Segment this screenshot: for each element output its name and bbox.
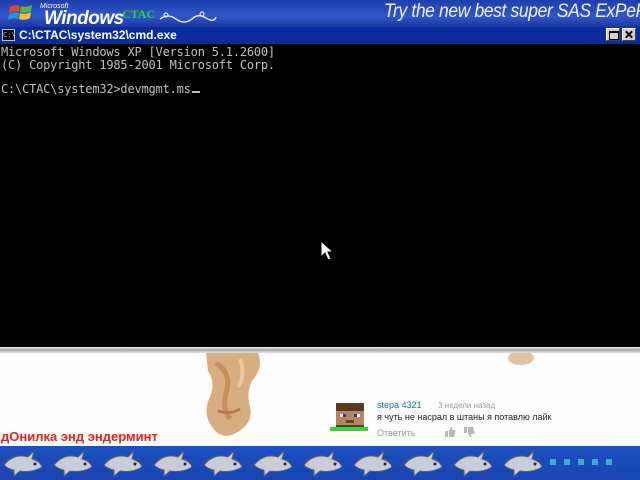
shark-icon — [453, 449, 493, 477]
prompt-text: C:\CTAC\system32> — [1, 82, 121, 96]
shark-icon — [303, 449, 343, 477]
maximize-icon[interactable] — [606, 28, 620, 41]
thumbs-up-icon[interactable] — [444, 427, 456, 437]
cat-image — [206, 353, 260, 436]
doodle-icon — [159, 11, 217, 23]
console-area[interactable]: Microsoft Windows XP [Version 5.1.2600] … — [0, 44, 640, 347]
top-banner: Microsoft Windows CTAC Try the new best … — [0, 0, 640, 27]
paw-image — [508, 353, 534, 365]
comment-username[interactable]: stepa 4321 — [377, 400, 422, 410]
ctac-label: CTAC — [122, 7, 156, 21]
window-title: C:\CTAC\system32\cmd.exe — [19, 28, 177, 42]
shark-icon — [403, 449, 443, 477]
close-icon[interactable] — [622, 28, 636, 41]
windows-label: Windows — [44, 8, 124, 27]
shark-icon — [353, 449, 393, 477]
avatar[interactable] — [328, 401, 368, 431]
shark-icon — [53, 449, 93, 477]
tray-dot — [550, 459, 556, 465]
shark-icon — [3, 449, 43, 477]
tray-dot — [578, 459, 584, 465]
cmd-icon[interactable]: C:\ — [2, 29, 16, 41]
promo-text: Try the new best super SAS ExPeRiEnCe — [384, 1, 640, 22]
tray-dot — [592, 459, 598, 465]
tray-dot — [564, 459, 570, 465]
typed-command: devmgmt.ms — [120, 82, 191, 96]
shark-icon — [253, 449, 293, 477]
shark-icon — [153, 449, 193, 477]
shark-icon — [203, 449, 243, 477]
command-line[interactable]: C:\CTAC\system32>devmgmt.ms — [1, 82, 200, 96]
comment-time: 3 недели назад — [438, 401, 496, 410]
taskbar-strip — [0, 446, 640, 480]
shark-icon — [103, 449, 143, 477]
thumbs-down-icon[interactable] — [463, 427, 475, 437]
tray-dot — [606, 459, 612, 465]
comment-card: stepa 4321 3 недели назад я чуть не наср… — [326, 399, 636, 441]
shark-icon — [503, 449, 543, 477]
windows-flag-icon — [8, 5, 32, 20]
mouse-pointer-icon — [320, 240, 334, 261]
tray-indicators — [548, 458, 616, 470]
cmd-title-bar[interactable]: C:\ C:\CTAC\system32\cmd.exe — [0, 27, 640, 44]
text-caret — [191, 91, 200, 93]
reply-button[interactable]: Ответить — [377, 428, 415, 438]
console-line: Microsoft Windows XP [Version 5.1.2600] — [1, 45, 275, 59]
console-line: (C) Copyright 1985-2001 Microsoft Corp. — [1, 58, 275, 72]
video-caption: дОнилка энд эндерминт — [1, 429, 158, 444]
video-area: stepa 4321 3 недели назад я чуть не наср… — [0, 353, 640, 446]
comment-text: я чуть не насрал в штаны я потавлю лайк — [377, 412, 552, 422]
